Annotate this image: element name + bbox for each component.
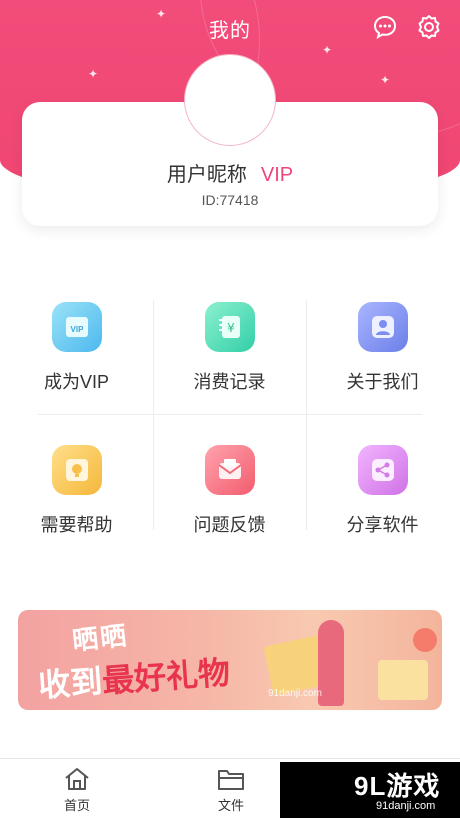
lightbulb-icon [51, 445, 102, 495]
svg-text:VIP: VIP [70, 325, 84, 334]
brand-watermark: 9L游戏 91danji.com [280, 762, 460, 818]
menu-item-share-app[interactable]: 分享软件 [306, 443, 459, 558]
svg-text:¥: ¥ [227, 321, 235, 335]
share-icon [357, 445, 408, 495]
user-id: ID:77418 [201, 192, 259, 208]
person-icon [357, 302, 408, 352]
menu-item-become-vip[interactable]: VIP 成为VIP [0, 300, 153, 415]
settings-gear-icon[interactable] [416, 14, 442, 40]
promo-banner[interactable]: 晒晒 收到最好礼物 91danji.com [18, 610, 442, 710]
avatar[interactable] [184, 54, 276, 146]
nav-files-label: 文件 [217, 798, 244, 813]
menu-item-label: 消费记录 [193, 372, 266, 392]
menu-item-label: 成为VIP [43, 372, 109, 392]
banner-title-line1: 晒晒 [70, 620, 130, 656]
receipt-icon: ¥ [204, 302, 255, 352]
folder-icon [216, 765, 246, 793]
vip-badge[interactable]: VIP [261, 164, 293, 186]
menu-item-about-us[interactable]: 关于我们 [306, 300, 459, 415]
mail-icon [204, 445, 255, 495]
menu-item-label: 问题反馈 [193, 515, 266, 535]
nav-home-label: 首页 [63, 798, 90, 813]
gift-box-image [378, 660, 428, 700]
nav-files[interactable]: 文件 [196, 759, 266, 818]
home-icon [62, 765, 92, 793]
menu-item-feedback[interactable]: 问题反馈 [153, 443, 306, 558]
nickname: 用户昵称 [166, 164, 247, 186]
balloon-image [413, 628, 437, 652]
menu-item-purchase-history[interactable]: ¥ 消费记录 [153, 300, 306, 415]
menu-item-label: 分享软件 [346, 515, 419, 535]
nav-home[interactable]: 首页 [42, 759, 112, 818]
menu-item-need-help[interactable]: 需要帮助 [0, 443, 153, 558]
banner-title-line2: 收到最好礼物 [37, 654, 232, 704]
brand-url: 91danji.com [376, 800, 436, 812]
brand-name: 9L游戏 [354, 771, 441, 801]
message-icon[interactable] [372, 14, 398, 40]
menu-item-label: 需要帮助 [40, 515, 113, 535]
menu-grid: VIP 成为VIP ¥ 消费记录 关于我们 需要帮助 问题反馈 分享软件 [0, 300, 460, 535]
menu-item-label: 关于我们 [346, 372, 419, 392]
banner-watermark: 91danji.com [268, 688, 322, 699]
vip-card-icon: VIP [51, 302, 102, 352]
nickname-row: 用户昵称 VIP [0, 158, 460, 187]
